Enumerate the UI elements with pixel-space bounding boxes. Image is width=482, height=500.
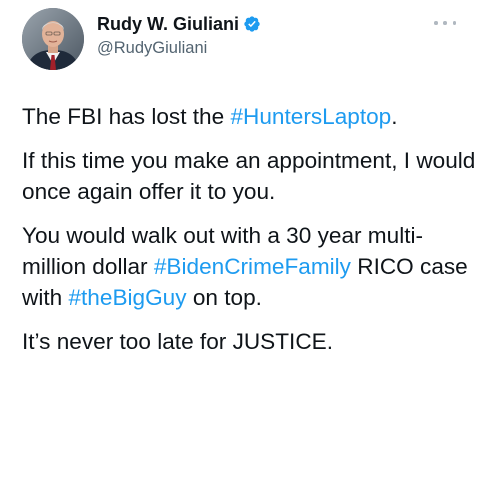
tweet-paragraph: You would walk out with a 30 year multi-… (22, 220, 477, 313)
hashtag-link[interactable]: #HuntersLaptop (230, 104, 391, 129)
name-row: Rudy W. Giuliani (97, 13, 261, 35)
avatar[interactable] (22, 8, 84, 70)
more-dots-icon[interactable] (434, 18, 456, 28)
text-segment: The FBI has lost the (22, 104, 231, 129)
verified-badge-icon (244, 16, 260, 32)
tweet-text: The FBI has lost the #HuntersLaptop. If … (22, 101, 477, 370)
display-name[interactable]: Rudy W. Giuliani (97, 13, 239, 35)
hashtag-link[interactable]: #theBigGuy (68, 285, 186, 310)
avatar-image (22, 8, 84, 70)
text-segment: If this time you make an appointment, I … (22, 148, 476, 204)
hashtag-link[interactable]: #BidenCrimeFamily (154, 254, 351, 279)
tweet-paragraph: The FBI has lost the #HuntersLaptop. (22, 101, 477, 132)
text-segment: It’s never too late for JUSTICE. (22, 329, 333, 354)
tweet-paragraph: It’s never too late for JUSTICE. (22, 326, 477, 357)
dot (452, 21, 456, 25)
tweet: Rudy W. Giuliani @RudyGiuliani The FBI h… (0, 0, 482, 500)
author-info: Rudy W. Giuliani @RudyGiuliani (97, 13, 261, 58)
text-segment: on top. (186, 285, 262, 310)
dot (434, 21, 438, 25)
tweet-paragraph: If this time you make an appointment, I … (22, 145, 477, 207)
dot (443, 21, 447, 25)
text-segment: . (391, 104, 398, 129)
handle[interactable]: @RudyGiuliani (97, 38, 261, 58)
